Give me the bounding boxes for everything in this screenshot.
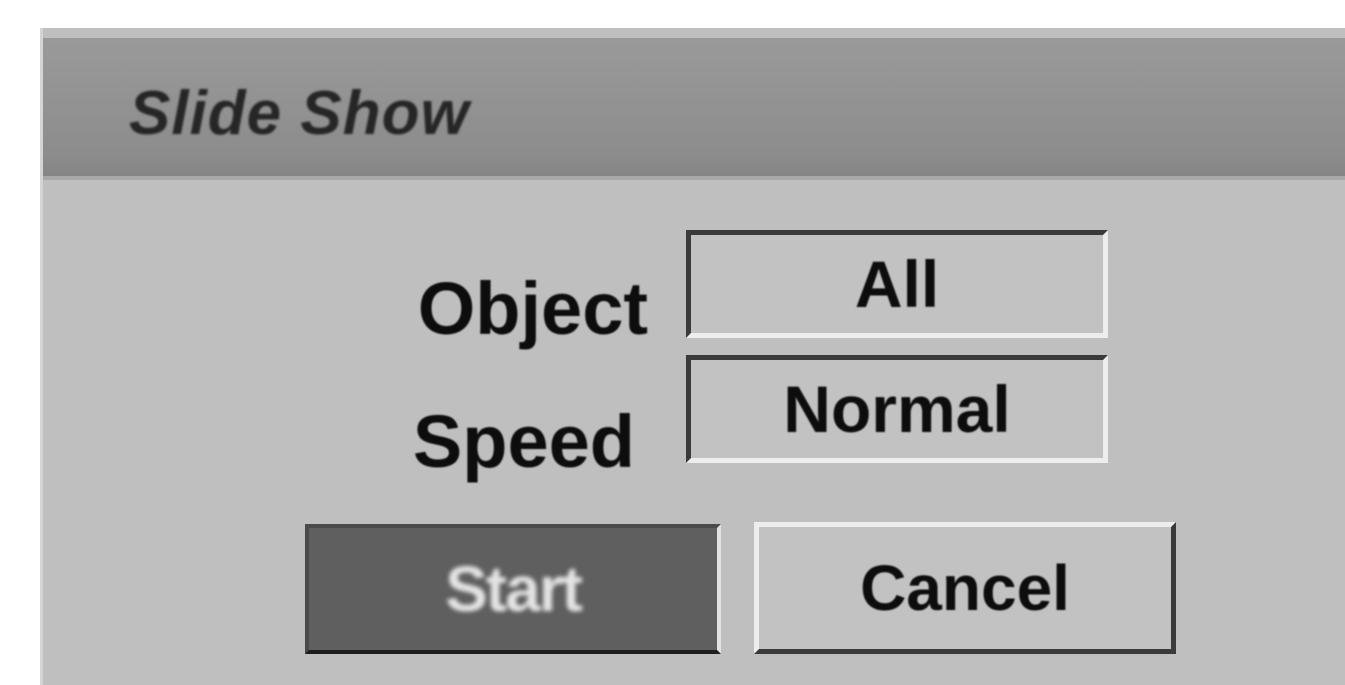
- object-selector[interactable]: All: [686, 230, 1108, 338]
- screen: Slide Show Object All Speed Normal Start…: [0, 0, 1345, 685]
- dialog-titlebar: Slide Show: [43, 38, 1345, 180]
- object-value: All: [854, 247, 940, 321]
- object-label: Object: [417, 267, 648, 350]
- start-button-label: Start: [445, 553, 583, 625]
- speed-selector[interactable]: Normal: [686, 355, 1108, 463]
- cancel-button[interactable]: Cancel: [754, 522, 1176, 654]
- slide-show-dialog: Slide Show Object All Speed Normal Start…: [40, 28, 1345, 685]
- speed-label: Speed: [412, 400, 635, 483]
- cancel-button-label: Cancel: [860, 552, 1070, 624]
- speed-value: Normal: [783, 372, 1011, 446]
- start-button[interactable]: Start: [305, 524, 721, 654]
- dialog-title: Slide Show: [129, 79, 470, 148]
